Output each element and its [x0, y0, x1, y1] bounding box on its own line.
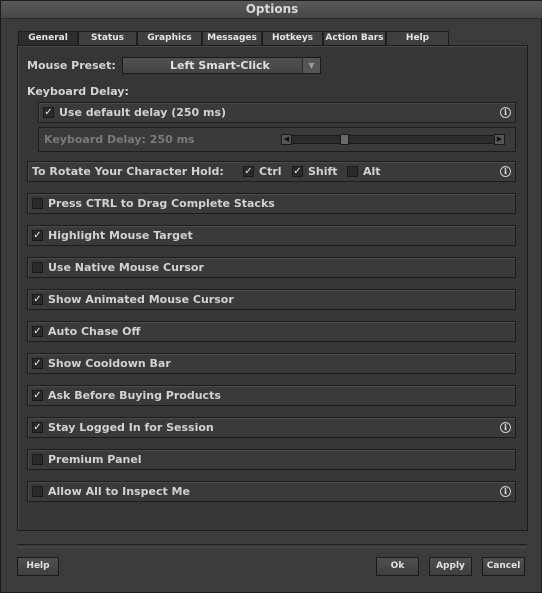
option-checkbox[interactable]: ✓ [32, 390, 43, 401]
slider-left-arrow-icon[interactable]: ◀ [281, 134, 292, 145]
tab-help[interactable]: Help [386, 31, 449, 45]
option-label: Ask Before Buying Products [48, 389, 221, 402]
alt-label: Alt [363, 165, 381, 178]
option-label: Highlight Mouse Target [48, 229, 193, 242]
option-row[interactable]: Premium Panel [27, 449, 516, 470]
option-checkbox[interactable] [32, 198, 43, 209]
apply-button[interactable]: Apply [429, 557, 472, 576]
tab-status[interactable]: Status [78, 31, 137, 45]
chevron-down-icon[interactable]: ▼ [302, 58, 320, 73]
ctrl-label: Ctrl [259, 165, 282, 178]
option-row[interactable]: ✓ Auto Chase Off [27, 321, 516, 342]
tab-graphics[interactable]: Graphics [137, 31, 202, 45]
help-button[interactable]: Help [17, 557, 59, 576]
option-row[interactable]: ✓ Show Animated Mouse Cursor [27, 289, 516, 310]
option-checkbox[interactable] [32, 262, 43, 273]
info-icon[interactable]: i [500, 422, 511, 433]
option-row[interactable]: ✓ Highlight Mouse Target [27, 225, 516, 246]
alt-checkbox[interactable] [347, 166, 358, 177]
option-checkbox[interactable] [32, 486, 43, 497]
options-window: Options General Status Graphics Messages… [0, 0, 542, 593]
option-row[interactable]: ✓ Ask Before Buying Products [27, 385, 516, 406]
ok-button[interactable]: Ok [376, 557, 419, 576]
keyboard-delay-heading: Keyboard Delay: [27, 85, 129, 98]
option-checkbox[interactable]: ✓ [32, 294, 43, 305]
mouse-preset-value: Left Smart-Click [170, 59, 270, 72]
keyboard-delay-slider[interactable] [281, 135, 505, 144]
slider-right-arrow-icon[interactable]: ▶ [494, 134, 505, 145]
option-checkbox[interactable]: ✓ [32, 422, 43, 433]
use-default-delay-checkbox[interactable]: ✓ [43, 107, 54, 118]
tab-bar: General Status Graphics Messages Hotkeys… [18, 31, 449, 47]
rotate-label: To Rotate Your Character Hold: [32, 165, 224, 178]
option-label: Use Native Mouse Cursor [48, 261, 204, 274]
option-label: Stay Logged In for Session [48, 421, 214, 434]
mouse-preset-dropdown[interactable]: Left Smart-Click ▼ [122, 57, 321, 74]
option-label: Show Cooldown Bar [48, 357, 171, 370]
tab-messages[interactable]: Messages [202, 31, 262, 45]
slider-thumb[interactable] [340, 134, 349, 145]
option-checkbox[interactable]: ✓ [32, 230, 43, 241]
info-icon[interactable]: i [500, 486, 511, 497]
option-row[interactable]: ✓ Stay Logged In for Session i [27, 417, 516, 438]
option-label: Allow All to Inspect Me [48, 485, 190, 498]
info-icon[interactable]: i [500, 107, 511, 118]
ctrl-checkbox[interactable]: ✓ [243, 166, 254, 177]
cancel-button[interactable]: Cancel [482, 557, 525, 576]
shift-label: Shift [308, 165, 338, 178]
option-checkbox[interactable] [32, 454, 43, 465]
option-checkbox[interactable]: ✓ [32, 326, 43, 337]
window-title[interactable]: Options [1, 1, 542, 19]
option-row[interactable]: ✓ Show Cooldown Bar [27, 353, 516, 374]
option-row[interactable]: Use Native Mouse Cursor [27, 257, 516, 278]
tab-hotkeys[interactable]: Hotkeys [262, 31, 323, 45]
tab-action-bars[interactable]: Action Bars [323, 31, 386, 45]
mouse-preset-label: Mouse Preset: [27, 59, 116, 72]
option-label: Show Animated Mouse Cursor [48, 293, 234, 306]
option-row[interactable]: Press CTRL to Drag Complete Stacks [27, 193, 516, 214]
option-row[interactable]: Allow All to Inspect Me i [27, 481, 516, 502]
keyboard-delay-slider-label: Keyboard Delay: 250 ms [44, 133, 195, 146]
bottom-divider [17, 544, 527, 548]
option-label: Press CTRL to Drag Complete Stacks [48, 197, 275, 210]
info-icon[interactable]: i [500, 166, 511, 177]
option-label: Auto Chase Off [48, 325, 141, 338]
option-checkbox[interactable]: ✓ [32, 358, 43, 369]
rotate-row: To Rotate Your Character Hold: ✓ Ctrl ✓ … [27, 161, 516, 182]
option-label: Premium Panel [48, 453, 142, 466]
shift-checkbox[interactable]: ✓ [292, 166, 303, 177]
use-default-delay-row[interactable]: ✓ Use default delay (250 ms) i [38, 102, 516, 123]
use-default-delay-label: Use default delay (250 ms) [59, 106, 227, 119]
